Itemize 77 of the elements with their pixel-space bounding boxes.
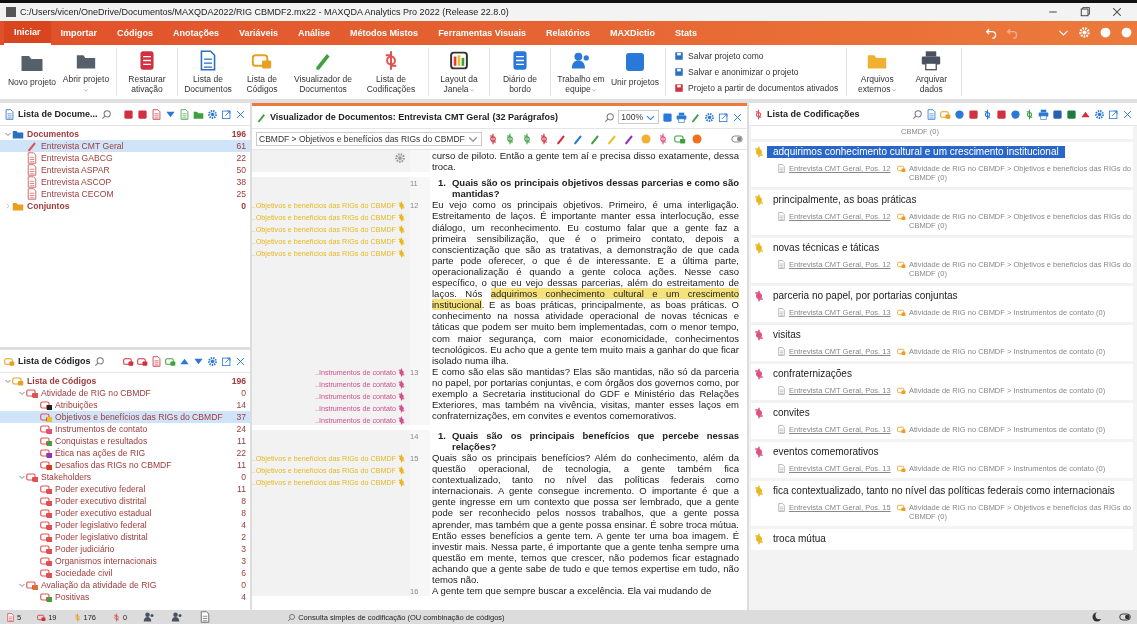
tree-item[interactable]: Conjuntos 0 <box>0 200 250 212</box>
ribbon-button[interactable]: Abrir projeto <box>60 48 112 96</box>
zoom-dropdown[interactable]: 100% <box>618 110 659 124</box>
ribbon-action[interactable]: Salvar e anonimizar o projeto <box>674 67 839 77</box>
window-title: C:/Users/vicen/OneDrive/Documentos/MAXQDA2022/RIG CBMDF2.mx22 - MAXQDA Analytics Pro 2022 (Release 22.8.0) <box>20 7 510 17</box>
coded-segment-card[interactable]: troca mútua <box>751 529 1133 550</box>
ribbon-button[interactable]: Lista de Codificações <box>358 48 424 96</box>
paragraph: E como são elas são mantidas? Elas são mantidas, não só da parceria no papel, por portarias conjuntas, e com órgãos dos governos como, por exemplo a Secretaria institucional do GDF e Ministério das Relações Exteriores, mas também na vivência, visitas, manter esses laços em confraternizações, em convites e eventos comemorativos. <box>431 365 740 424</box>
segment-text: novas técnicas e táticas <box>772 242 881 254</box>
ribbon-button[interactable]: Diário de bordo <box>494 48 546 96</box>
panel-title: Visualizador de Documentos: Entrevista CMT Geral <box>270 112 490 122</box>
ribbon-tab[interactable]: Anotações <box>163 21 230 45</box>
tree-item[interactable]: Poder legislativo distrital 2 <box>0 531 250 543</box>
tree-item[interactable]: Poder legislativo federal 4 <box>0 519 250 531</box>
tree-item[interactable]: Ética nas ações de RIG 22 <box>0 447 250 459</box>
tree-item[interactable]: Positivas 4 <box>0 591 250 603</box>
panel-title: Lista de Códigos <box>18 356 91 366</box>
segment-text: eventos comemorativos <box>772 446 880 458</box>
paragraph: Quais são os principais benefícios? Além do conhecimento, além da questão operacional, de tecnologia, a gente também fica contextualizado, tanto no nível das políticas federais como internacionais. A gente consegue incremento. O importante é que a gente ingresse em um contexto que possa ser lembrado, que a gente pode ser reconhecido pelos nossos trabalhos, que a gente possa aprender, mas também que a gente possa ensinar. É sobre troca mútua. Então esses benefícios a gente tem. A gente ter uma boa imagem. É investir mais. Nessa parte, é importante que a gente tenha sempre uma questão em mente, temos que crescer, não podemos ficar estagnado achando que a gente sabe de tudo e que temos expertise em tudo, não temos não. <box>431 451 740 586</box>
segment-text: parceria no papel, por portarias conjuntas <box>772 290 959 302</box>
ribbon-button[interactable]: Unir projetos <box>609 48 661 96</box>
tree-item[interactable]: Sociedade civil 6 <box>0 567 250 579</box>
ribbon-button[interactable]: Arquivar dados <box>905 48 958 96</box>
segment-text: fica contextualizado, tanto no nível das políticas federais como internacionais <box>772 485 1116 497</box>
panel-title: Lista de Codificações <box>767 109 860 119</box>
tree-item[interactable]: Objetivos e benefícios das RIGs do CBMDF 37 <box>0 411 250 423</box>
tree-item[interactable]: Atribuições 14 <box>0 399 250 411</box>
ribbon-tab[interactable]: Métodos Mistos <box>340 21 429 45</box>
ribbon-tab[interactable]: Códigos <box>107 21 164 45</box>
segment-text: troca mútua <box>772 533 827 545</box>
segment-text: convites <box>772 407 811 419</box>
tree-item[interactable]: Atividade de RIG no CBMDF 0 <box>0 387 250 399</box>
list-number: 1. <box>438 177 446 191</box>
tree-item[interactable]: Poder executivo federal 11 <box>0 483 250 495</box>
ribbon-action[interactable]: Projeto a partir de documentos ativados <box>674 83 839 93</box>
paragraph-count: (32 Parágrafos) <box>492 112 558 122</box>
ribbon-button[interactable]: Layout da Janela <box>433 48 485 96</box>
tree-item[interactable]: Poder executivo estadual 8 <box>0 507 250 519</box>
segment-text: visitas <box>772 329 802 341</box>
tree-item[interactable]: Lista de Códigos 196 <box>0 375 250 387</box>
panel-title: Lista de Docume... <box>18 109 98 119</box>
tree-item[interactable]: Instrumentos de contato 24 <box>0 423 250 435</box>
tree-item[interactable]: Stakeholders 0 <box>0 471 250 483</box>
tree-item[interactable]: Entrevista ASPAR 50 <box>0 164 250 176</box>
list-number: 1. <box>438 429 446 443</box>
tree-item[interactable]: Entrevista GABCG 22 <box>0 152 250 164</box>
tree-item[interactable]: Documentos 196 <box>0 128 250 140</box>
ribbon-button[interactable]: Lista de Códigos <box>236 48 288 96</box>
ribbon-button[interactable]: Visualizador de Documentos <box>290 48 356 96</box>
ribbon-tab[interactable]: Importar <box>50 21 108 45</box>
tree-item[interactable]: Conquistas e resultados 11 <box>0 435 250 447</box>
ribbon-tab[interactable]: Iniciar <box>4 21 51 45</box>
paragraph: Eu vejo como os principais objetivos. Primeiro, é uma interligação. Estreitamento de laços. É importante manter essa interlocução, esse diálogo, um reconhecimento. Eu costumo falar que a gente faz a primeira sensibilização, que é o primeiro contato, depois a conscientização que são as tratativas, a demonstração de que cada parte pode oferecer, o que é de interessante. E a última parte, operacionalização é quando a gente coloca ações. Nesse caso específico, o que eu vejo dessas parcerias, além do estreitamento de laços. Nós adquirimos conhecimento cultural e um crescimento institucional. E as boas práticas, principalmente, as boas práticas. O conhecimento na nossa atividade operacional de novas técnicas e táticas que podem ser muito bem implementadas, com o menor tempo, com maior segurança, com maior economicidade, conhecimentos tecnológicos. Eu acho que a gente tem muito mais a ganhar do que ficar isolado numa ilha. <box>431 199 740 366</box>
tree-item[interactable]: Entrevista ASCOP 38 <box>0 176 250 188</box>
ribbon-button[interactable]: Lista de Documentos <box>182 48 234 96</box>
paragraph: A gente tem que sempre buscar a excelência. Ela vai mudando de <box>431 585 713 597</box>
segment-text: principalmente, as boas práticas <box>772 194 918 206</box>
ribbon-tab[interactable]: Variáveis <box>229 21 289 45</box>
ribbon-button[interactable]: Arquivos externos <box>851 48 904 96</box>
paragraph: curso de piloto. Então a gente tem aí e precisa disso exatamente, dessa troca. <box>431 150 740 173</box>
question-heading: Quais são os principais objetivos dessas parcerias e como são mantidas? <box>451 177 739 200</box>
tree-item[interactable]: Organismos internacionais 3 <box>0 555 250 567</box>
ribbon-button[interactable]: Restaurar ativação <box>121 48 173 96</box>
ribbon-action[interactable]: Salvar projeto como <box>674 51 839 61</box>
tree-item[interactable]: Entrevista CMT Geral 61 <box>0 140 250 152</box>
tree-item[interactable]: Poder executivo distrital 8 <box>0 495 250 507</box>
tree-item[interactable]: Desafios das RIGs no CBMDF 11 <box>0 459 250 471</box>
question-heading: Quais são os principais benefícios que percebe nessas relações? <box>451 429 739 452</box>
code-dropdown[interactable]: CBMDF > Objetivos e benefícios das RIGs do CBMDF <box>256 132 482 146</box>
tree-item[interactable]: Entrevista CECOM 25 <box>0 188 250 200</box>
tree-item[interactable]: Poder judiciário 3 <box>0 543 250 555</box>
segment-text: confraternizações <box>772 368 853 380</box>
tree-item[interactable]: Avaliação da atividade de RIG 0 <box>0 579 250 591</box>
ribbon-button[interactable]: Trabalho em equipe <box>555 48 607 96</box>
ribbon-button[interactable]: Novo projeto <box>6 48 58 96</box>
ribbon-tab[interactable]: Análise <box>288 21 341 45</box>
segment-text: adquirimos conhecimento cultural e um crescimento institucional <box>767 146 1065 158</box>
